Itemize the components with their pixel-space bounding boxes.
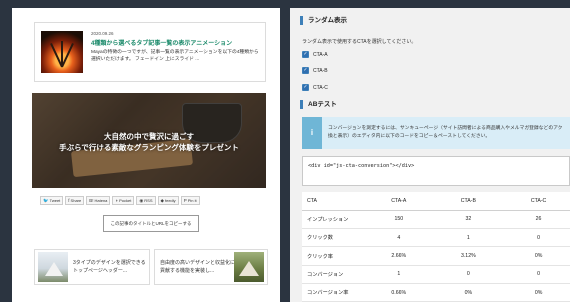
post-excerpt: Mayaの特徴の一つですが、記事一覧の表示アニメーションを以下の4種類から選択い… bbox=[91, 50, 259, 62]
row-label: インプレッション bbox=[302, 210, 364, 230]
table-cell: 2.66% bbox=[364, 246, 434, 266]
table-row: クリック数 4 1 0 bbox=[302, 228, 570, 248]
table-cell: 0.66% bbox=[364, 283, 434, 302]
column-header: CTA-C bbox=[503, 192, 570, 211]
share-button-hatena[interactable]: B! Hatena bbox=[86, 196, 111, 205]
twitter-icon: 🐦 bbox=[43, 197, 49, 203]
row-label: クリック数 bbox=[302, 228, 364, 248]
cta-c-label: CTA-C bbox=[313, 84, 328, 91]
banner-headline: 大自然の中で贅沢に過ごす bbox=[103, 132, 195, 141]
share-button-feedly[interactable]: ◆ feedly bbox=[157, 196, 179, 205]
table-cell: 1 bbox=[433, 228, 504, 248]
pocket-icon: ◗ bbox=[115, 198, 119, 203]
share-button-pinterest[interactable]: P Pin it bbox=[180, 196, 200, 205]
cta-c-checkbox[interactable]: ✓ bbox=[302, 84, 309, 91]
feedly-icon: ◆ bbox=[160, 197, 164, 203]
column-header: CTA-A bbox=[364, 192, 434, 211]
article-page: 2020.09.26 4種類から選べるタブ記事一覧の表示アニメーション Maya… bbox=[12, 8, 280, 302]
table-cell: 0% bbox=[503, 246, 570, 266]
related-post-card[interactable]: 3タイプのデザインを選択できるトップページヘッダー... bbox=[34, 249, 150, 285]
share-button-pocket[interactable]: ◗ Pocket bbox=[112, 196, 135, 205]
row-label: コンバージョン率 bbox=[302, 283, 364, 302]
row-label: クリック率 bbox=[302, 246, 364, 266]
column-header: CTA-B bbox=[433, 192, 504, 211]
featured-post-card[interactable]: 2020.09.26 4種類から選べるタブ記事一覧の表示アニメーション Maya… bbox=[34, 22, 266, 82]
table-header-row: CTA CTA-A CTA-B CTA-C bbox=[302, 192, 570, 211]
table-row: インプレッション 150 32 26 bbox=[302, 210, 570, 230]
table-cell: 32 bbox=[433, 210, 504, 230]
tent-thumbnail bbox=[38, 252, 68, 282]
conversion-code-box[interactable]: <div id="js-cta-conversion"></div> bbox=[302, 156, 570, 186]
related-post-title[interactable]: 3タイプのデザインを選択できるトップページヘッダー... bbox=[73, 259, 147, 275]
share-button-rss[interactable]: ◉ RSS bbox=[136, 196, 156, 205]
cta-b-label: CTA-B bbox=[313, 67, 328, 74]
cta-a-checkbox[interactable]: ✓ bbox=[302, 51, 309, 58]
table-cell: 150 bbox=[364, 210, 434, 230]
glamping-campaign-banner[interactable]: 大自然の中で贅沢に過ごす 手ぶらで行ける素敵なグランピング体験をプレゼント bbox=[32, 93, 266, 188]
cta-a-label: CTA-A bbox=[313, 51, 328, 58]
campfire-thumbnail[interactable] bbox=[41, 31, 83, 73]
tent-thumbnail bbox=[234, 252, 264, 282]
table-cell: 0% bbox=[433, 283, 504, 302]
facebook-icon: f bbox=[68, 198, 70, 203]
related-post-title[interactable]: 自由度の高いデザインと収益化に貢献する機能を実装し... bbox=[160, 259, 236, 275]
table-row: コンバージョン率 0.66% 0% 0% bbox=[302, 283, 570, 302]
post-date: 2020.09.26 bbox=[91, 31, 114, 36]
share-button-facebook[interactable]: f Share bbox=[65, 196, 85, 205]
rss-icon: ◉ bbox=[139, 197, 144, 203]
banner-subheadline: 手ぶらで行ける素敵なグランピング体験をプレゼント bbox=[59, 143, 239, 152]
conversion-code[interactable]: <div id="js-cta-conversion"></div> bbox=[308, 163, 414, 169]
cta-b-checkbox-row[interactable]: ✓ CTA-B bbox=[302, 67, 328, 74]
table-cell: 1 bbox=[364, 265, 434, 284]
table-cell: 3.12% bbox=[433, 246, 504, 266]
copy-title-url-button[interactable]: この記事のタイトルとURLをコピーする bbox=[103, 215, 199, 232]
cta-settings-panel: ランダム表示 ランダム表示で使用するCTAを選択してください。 ✓ CTA-A … bbox=[290, 8, 570, 302]
cta-a-checkbox-row[interactable]: ✓ CTA-A bbox=[302, 51, 328, 58]
share-button-twitter[interactable]: 🐦 Tweet bbox=[40, 196, 64, 205]
random-display-description: ランダム表示で使用するCTAを選択してください。 bbox=[302, 39, 417, 45]
table-row: クリック率 2.66% 3.12% 0% bbox=[302, 246, 570, 266]
table-cell: 0 bbox=[503, 228, 570, 248]
info-text-line-1: コンバージョンを測定するには、サンキューページ（サイト訪問者による商品購入やメル… bbox=[328, 126, 563, 131]
column-header: CTA bbox=[302, 192, 364, 211]
table-cell: 0% bbox=[503, 283, 570, 302]
table-cell: 0 bbox=[503, 265, 570, 284]
cta-b-checkbox[interactable]: ✓ bbox=[302, 67, 309, 74]
row-label: コンバージョン bbox=[302, 265, 364, 284]
ab-test-table: CTA CTA-A CTA-B CTA-C インプレッション 150 32 26… bbox=[302, 192, 570, 302]
table-cell: 0 bbox=[433, 265, 504, 284]
pinterest-icon: P bbox=[183, 198, 187, 203]
table-cell: 4 bbox=[364, 228, 434, 248]
post-title-link[interactable]: 4種類から選べるタブ記事一覧の表示アニメーション bbox=[91, 38, 232, 47]
share-buttons: 🐦 Tweet f Share B! Hatena ◗ Pocket ◉ RSS ◆ fee… bbox=[40, 196, 200, 205]
ab-test-heading: ABテスト bbox=[300, 100, 337, 109]
cta-c-checkbox-row[interactable]: ✓ CTA-C bbox=[302, 84, 328, 91]
hatena-icon: B! bbox=[89, 198, 94, 203]
info-text-line-2: 換と表示）のエディタ内に以下のコードをコピー＆ペーストしてください。 bbox=[328, 134, 491, 139]
conversion-info-box: i コンバージョンを測定するには、サンキューページ（サイト訪問者による商品購入や… bbox=[302, 117, 570, 149]
table-cell: 26 bbox=[503, 210, 570, 230]
table-row: コンバージョン 1 0 0 bbox=[302, 265, 570, 284]
random-display-heading: ランダム表示 bbox=[300, 16, 347, 25]
related-post-card[interactable]: 自由度の高いデザインと収益化に貢献する機能を実装し... bbox=[154, 249, 268, 285]
info-icon: i bbox=[302, 117, 322, 149]
